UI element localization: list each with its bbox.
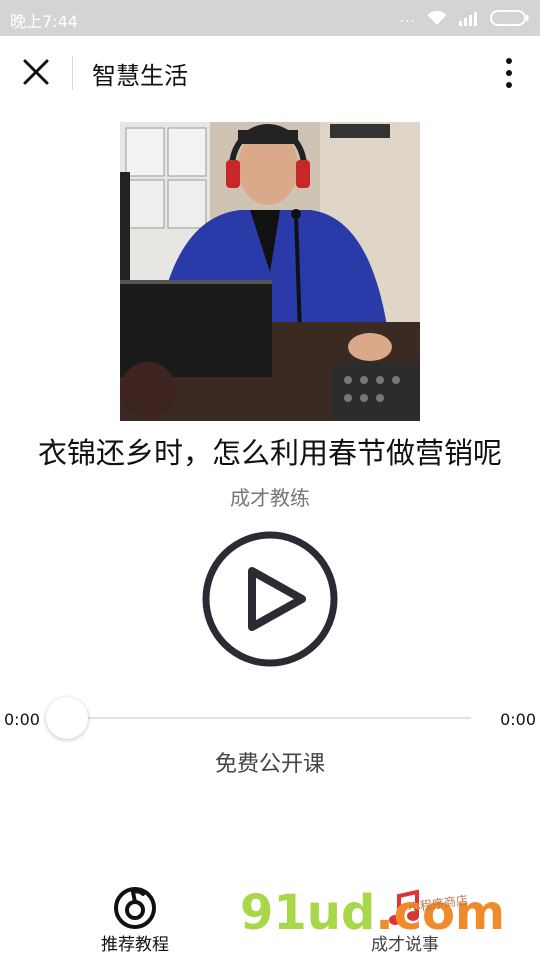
more-options-icon[interactable] (502, 56, 516, 90)
close-icon[interactable] (20, 56, 52, 88)
play-icon (248, 567, 306, 631)
nav-divider (72, 56, 73, 90)
page-title: 智慧生活 (92, 62, 188, 90)
cell-signal-icon (459, 12, 477, 26)
nav-bar: 智慧生活 (0, 36, 540, 108)
track-title: 衣锦还乡时，怎么利用春节做营销呢 (37, 436, 502, 470)
status-bar: 晚上7:44 ... (0, 0, 540, 36)
battery-icon (490, 10, 529, 26)
album-cover (120, 122, 420, 421)
status-icons: ... (400, 9, 530, 27)
track-artist: 成才教练 (230, 486, 310, 510)
status-time: 晚上7:44 (10, 12, 78, 31)
tab-recommended[interactable]: 推荐教程 (65, 880, 205, 960)
signal-dots-icon: ... (399, 10, 416, 26)
current-time: 0:00 (4, 710, 40, 729)
duration-time: 0:00 (500, 710, 536, 729)
progress-track[interactable] (68, 717, 471, 719)
netease-music-icon (114, 887, 156, 929)
progress-thumb[interactable] (46, 697, 88, 739)
course-tag: 免费公开课 (214, 752, 325, 777)
wifi-icon (427, 10, 447, 25)
tab-label: 成才说事 (371, 935, 439, 955)
play-button[interactable] (202, 531, 338, 667)
tab-story[interactable]: 成才说事 (335, 880, 475, 960)
tab-label: 推荐教程 (101, 935, 169, 955)
music-note-icon (389, 889, 419, 925)
